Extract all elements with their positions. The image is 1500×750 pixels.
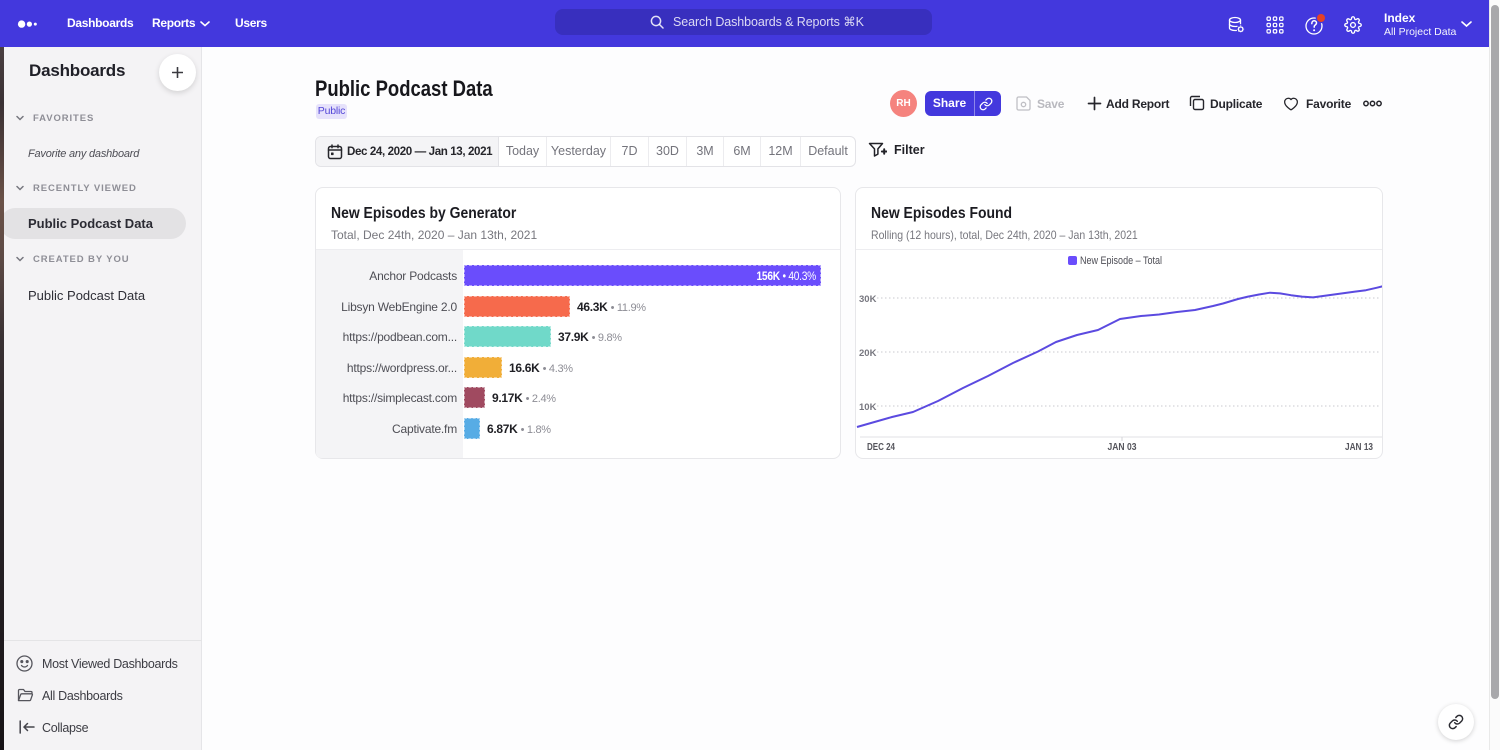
svg-text:JAN 13: JAN 13 <box>1345 442 1373 453</box>
svg-text:20K: 20K <box>859 348 877 359</box>
svg-text:30K: 30K <box>859 294 877 305</box>
svg-text:JAN 03: JAN 03 <box>1108 442 1137 453</box>
svg-text:DEC 24: DEC 24 <box>867 442 895 453</box>
svg-text:10K: 10K <box>859 402 877 413</box>
svg-text:New Episode – Total: New Episode – Total <box>1080 255 1162 267</box>
